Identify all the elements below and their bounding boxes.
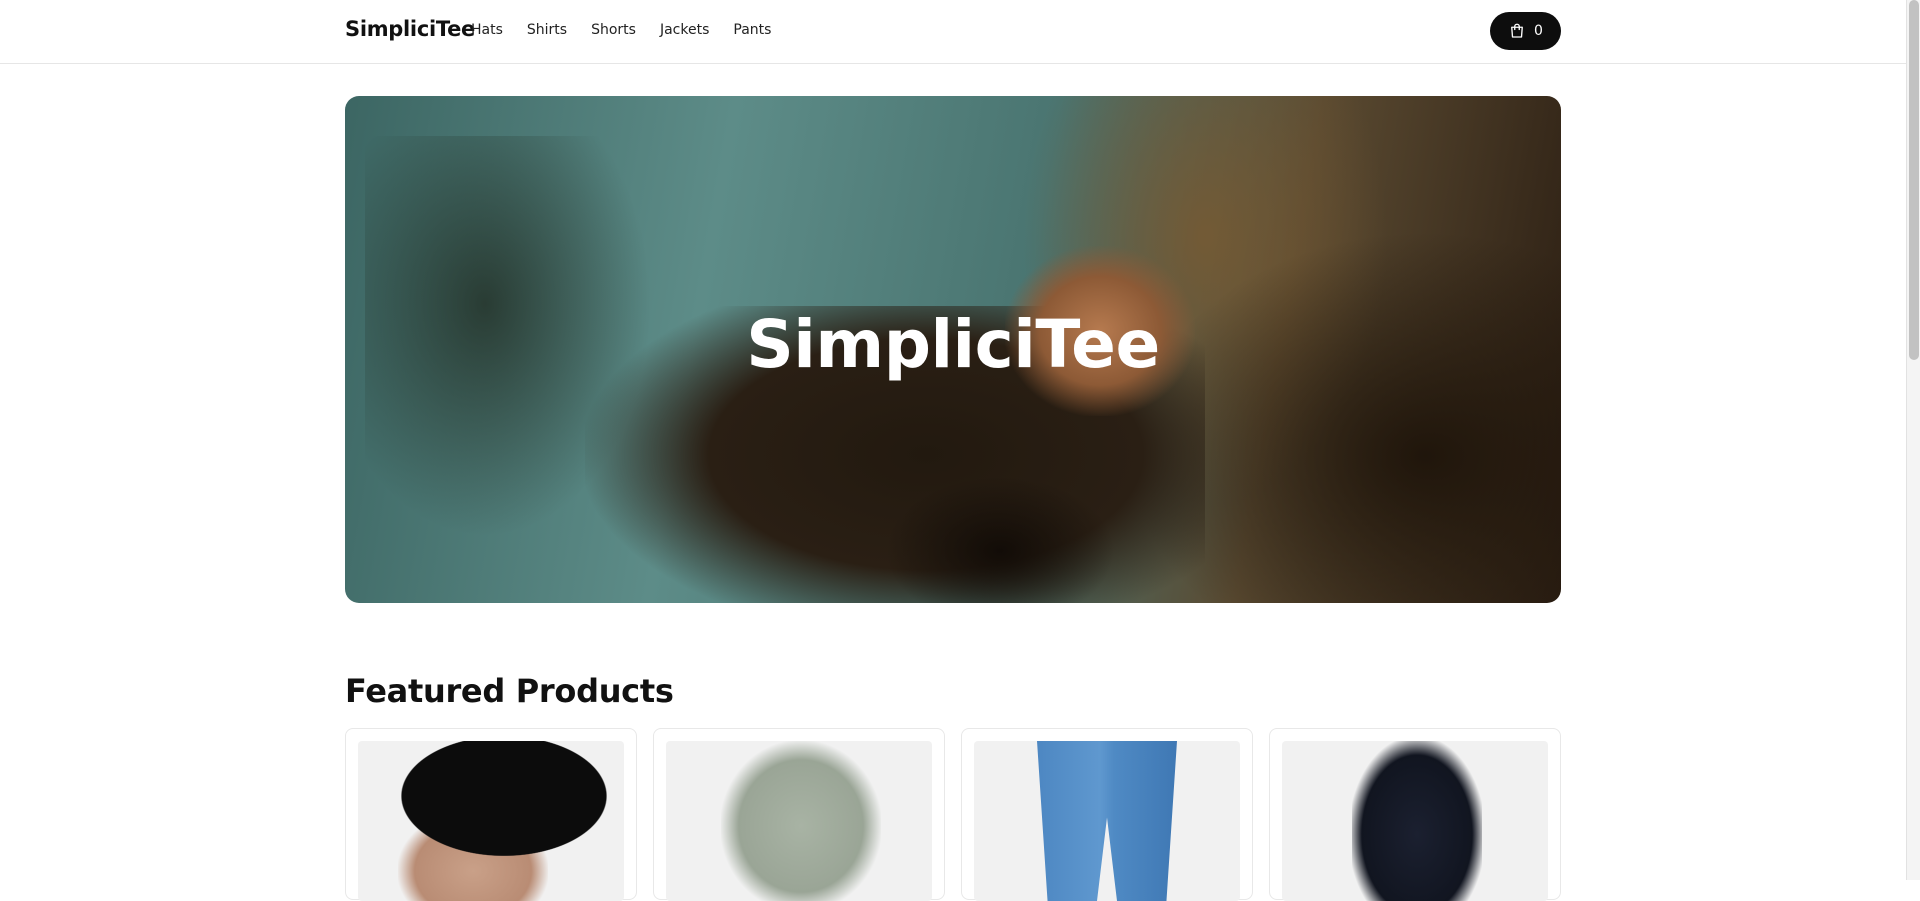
nav-link-hats[interactable]: Hats [471,22,503,38]
green-shirt-image [666,741,932,901]
cart-button[interactable]: 0 [1490,12,1561,50]
scrollbar-thumb[interactable] [1909,0,1919,360]
jeans-shape [1037,741,1177,901]
cart-count: 0 [1534,23,1543,39]
site-header: SimpliciTee Hats Shirts Shorts Jackets P… [0,0,1906,64]
product-card-shirt[interactable] [653,728,945,901]
bucket-hat-image [358,741,624,901]
nav-link-shorts[interactable]: Shorts [591,22,636,38]
main-nav: Hats Shirts Shorts Jackets Pants [471,22,795,38]
shirt-shape [721,741,881,901]
nav-link-jackets[interactable]: Jackets [660,22,709,38]
blue-jeans-image [974,741,1240,901]
jacket-shape [1352,741,1482,901]
hero-banner[interactable]: SimpliciTee [345,96,1561,603]
hero-title: SimpliciTee [746,306,1160,383]
featured-products-title: Featured Products [345,672,674,710]
hero-figure-hair [885,476,1115,603]
nav-link-shirts[interactable]: Shirts [527,22,567,38]
product-card-jeans[interactable] [961,728,1253,901]
page-scrollbar[interactable] [1906,0,1920,880]
dark-jacket-image [1282,741,1548,901]
product-card-jacket[interactable] [1269,728,1561,901]
shopping-bag-icon [1508,22,1526,40]
hat-shape [374,741,624,901]
nav-link-pants[interactable]: Pants [733,22,771,38]
product-card-hat[interactable] [345,728,637,901]
logo[interactable]: SimpliciTee [345,17,475,41]
